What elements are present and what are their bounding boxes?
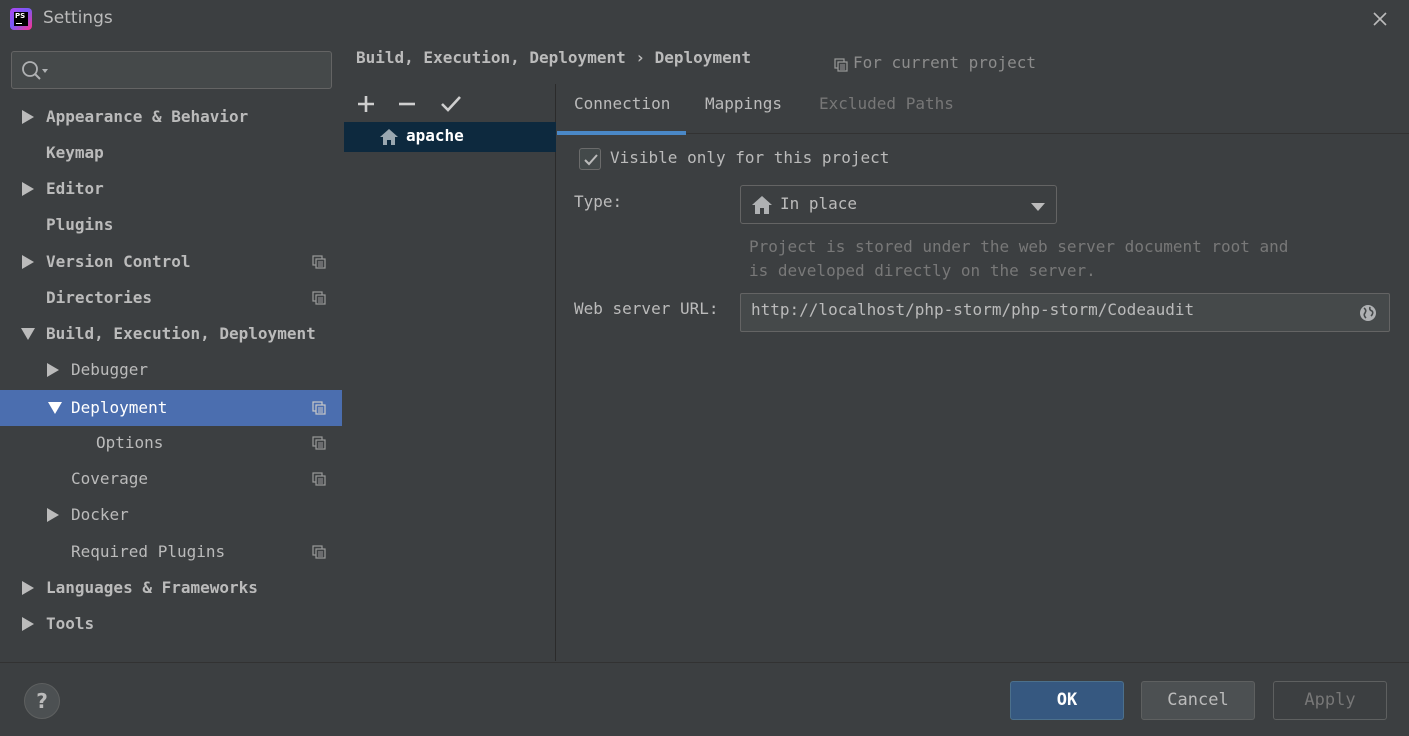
sidebar-item-label: Plugins <box>46 215 114 234</box>
collapse-arrow-icon[interactable] <box>48 402 62 414</box>
settings-sidebar: Appearance & Behavior Keymap Editor Plug… <box>0 40 342 661</box>
expand-arrow-icon[interactable] <box>22 110 34 124</box>
sidebar-item-tools[interactable]: Tools <box>0 606 342 642</box>
chevron-down-icon <box>1031 203 1045 211</box>
project-scope-icon <box>312 472 326 486</box>
sidebar-item-coverage[interactable]: Coverage <box>0 461 342 497</box>
sidebar-item-directories[interactable]: Directories <box>0 280 342 316</box>
sidebar-item-label: Coverage <box>71 469 149 488</box>
breadcrumb-separator: › <box>635 48 645 67</box>
tab-mappings[interactable]: Mappings <box>705 94 782 134</box>
sidebar-item-label: Keymap <box>46 143 104 162</box>
sidebar-item-label: Build, Execution, Deployment <box>46 324 316 343</box>
project-scope-icon <box>834 58 848 72</box>
sidebar-item-label: Docker <box>71 505 129 524</box>
add-icon[interactable] <box>352 92 380 116</box>
sidebar-item-label: Required Plugins <box>71 542 226 561</box>
collapse-arrow-icon[interactable] <box>21 328 35 340</box>
expand-arrow-icon[interactable] <box>22 617 34 631</box>
breadcrumb-current: Deployment <box>654 48 751 67</box>
server-list-panel: apache <box>343 84 556 661</box>
type-description-line-1: Project is stored under the web server d… <box>749 237 1289 256</box>
expand-arrow-icon[interactable] <box>22 581 34 595</box>
type-dropdown-value: In place <box>780 194 858 213</box>
breadcrumb: Build, Execution, Deployment › Deploymen… <box>356 48 751 67</box>
close-icon[interactable] <box>1370 9 1390 29</box>
sidebar-item-debugger[interactable]: Debugger <box>0 352 342 388</box>
home-icon <box>380 129 398 145</box>
sidebar-item-required-plugins[interactable]: Required Plugins <box>0 534 342 570</box>
phpstorm-logo-icon: PS <box>10 8 32 30</box>
sidebar-item-label: Version Control <box>46 252 191 271</box>
server-list-item[interactable]: apache <box>344 122 556 152</box>
visible-only-checkbox[interactable] <box>579 148 601 170</box>
expand-arrow-icon[interactable] <box>22 182 34 196</box>
visible-only-label[interactable]: Visible only for this project <box>610 148 889 167</box>
window-title: Settings <box>43 8 113 28</box>
search-icon <box>22 61 48 80</box>
sidebar-item-languages-frameworks[interactable]: Languages & Frameworks <box>0 570 342 606</box>
expand-arrow-icon[interactable] <box>47 508 59 522</box>
sidebar-item-label: Languages & Frameworks <box>46 578 258 597</box>
globe-icon[interactable] <box>1359 304 1377 322</box>
server-name: apache <box>406 126 464 145</box>
tab-excluded-paths[interactable]: Excluded Paths <box>819 94 954 134</box>
remove-icon[interactable] <box>393 92 421 116</box>
project-scope-icon <box>312 255 326 269</box>
set-default-check-icon[interactable] <box>437 92 465 116</box>
type-dropdown[interactable]: In place <box>740 185 1057 224</box>
dialog-footer: ? OK Cancel Apply <box>0 662 1409 736</box>
apply-button[interactable]: Apply <box>1273 681 1387 720</box>
checkmark-icon <box>584 154 598 166</box>
ok-button[interactable]: OK <box>1010 681 1124 720</box>
type-label: Type: <box>574 192 623 211</box>
project-scope-icon <box>312 291 326 305</box>
sidebar-item-label: Appearance & Behavior <box>46 107 249 126</box>
home-icon <box>752 196 772 214</box>
sidebar-item-plugins[interactable]: Plugins <box>0 207 342 243</box>
help-button[interactable]: ? <box>24 683 60 719</box>
title-bar: PS Settings <box>0 0 1409 38</box>
sidebar-item-label: Editor <box>46 179 104 198</box>
sidebar-item-deployment[interactable]: Deployment <box>0 390 342 426</box>
sidebar-item-keymap[interactable]: Keymap <box>0 135 342 171</box>
web-server-url-label: Web server URL: <box>574 299 719 318</box>
web-server-url-value: http://localhost/php-storm/php-storm/Cod… <box>751 300 1195 319</box>
sidebar-item-build-execution-deployment[interactable]: Build, Execution, Deployment <box>0 316 342 352</box>
sidebar-item-version-control[interactable]: Version Control <box>0 244 342 280</box>
sidebar-item-label: Deployment <box>71 398 168 417</box>
breadcrumb-parent[interactable]: Build, Execution, Deployment <box>356 48 626 67</box>
expand-arrow-icon[interactable] <box>22 255 34 269</box>
tab-bar: Connection Mappings Excluded Paths <box>556 84 1409 135</box>
for-current-project-label: For current project <box>853 53 1037 72</box>
cancel-button[interactable]: Cancel <box>1141 681 1255 720</box>
sidebar-item-docker[interactable]: Docker <box>0 497 342 533</box>
project-scope-icon <box>312 436 326 450</box>
search-input[interactable] <box>11 51 332 89</box>
expand-arrow-icon[interactable] <box>47 363 59 377</box>
web-server-url-field[interactable]: http://localhost/php-storm/php-storm/Cod… <box>740 293 1390 332</box>
sidebar-item-label: Tools <box>46 614 95 633</box>
project-scope-icon <box>312 545 326 559</box>
sidebar-item-options[interactable]: Options <box>0 425 342 461</box>
sidebar-item-editor[interactable]: Editor <box>0 171 342 207</box>
sidebar-item-label: Debugger <box>71 360 149 379</box>
sidebar-item-label: Directories <box>46 288 152 307</box>
sidebar-item-label: Options <box>96 433 164 452</box>
tab-connection[interactable]: Connection <box>556 94 687 135</box>
sidebar-item-appearance-behavior[interactable]: Appearance & Behavior <box>0 99 342 135</box>
type-description-line-2: is developed directly on the server. <box>749 261 1096 280</box>
project-scope-icon <box>312 401 326 415</box>
